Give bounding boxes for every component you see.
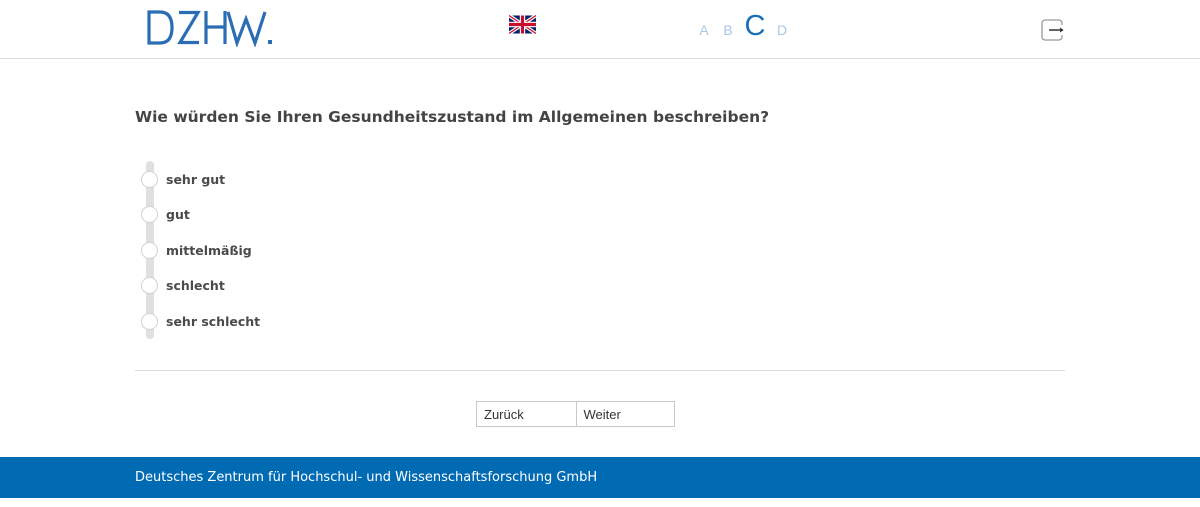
option-label: schlecht [166, 277, 225, 293]
radio-button[interactable] [141, 241, 158, 259]
back-button[interactable]: Zurück [477, 402, 576, 426]
version-b[interactable]: B [716, 22, 740, 38]
version-c[interactable]: C [740, 10, 770, 43]
dzhw-logo[interactable] [146, 9, 276, 47]
question-text: Wie würden Sie Ihren Gesundheitszustand … [135, 108, 770, 126]
version-switcher: A B C D [692, 10, 794, 44]
header: A B C D [0, 0, 1200, 59]
option-label: sehr schlecht [166, 313, 261, 329]
radio-button[interactable] [141, 205, 158, 223]
radio-button[interactable] [141, 276, 158, 294]
option-sehr-gut[interactable]: sehr gut [141, 170, 225, 188]
version-a[interactable]: A [692, 22, 716, 38]
footer: Deutsches Zentrum für Hochschul- und Wis… [0, 457, 1200, 498]
dzhw-logo-mark [147, 10, 272, 47]
option-label: sehr gut [166, 171, 226, 187]
uk-flag-icon[interactable] [509, 14, 536, 35]
radio-button[interactable] [141, 312, 158, 330]
option-label: gut [166, 206, 190, 222]
logout-icon[interactable] [1041, 19, 1065, 41]
option-sehr-schlecht[interactable]: sehr schlecht [141, 312, 260, 330]
divider [135, 370, 1065, 371]
radio-button[interactable] [141, 170, 158, 188]
option-label: mittelmäßig [166, 242, 252, 258]
version-d[interactable]: D [770, 22, 794, 38]
option-mittelmaessig[interactable]: mittelmäßig [141, 241, 252, 259]
navigation-buttons: Zurück Weiter [476, 401, 675, 427]
footer-text: Deutsches Zentrum für Hochschul- und Wis… [135, 470, 598, 485]
next-button[interactable]: Weiter [575, 402, 674, 426]
option-gut[interactable]: gut [141, 205, 190, 223]
option-schlecht[interactable]: schlecht [141, 276, 225, 294]
